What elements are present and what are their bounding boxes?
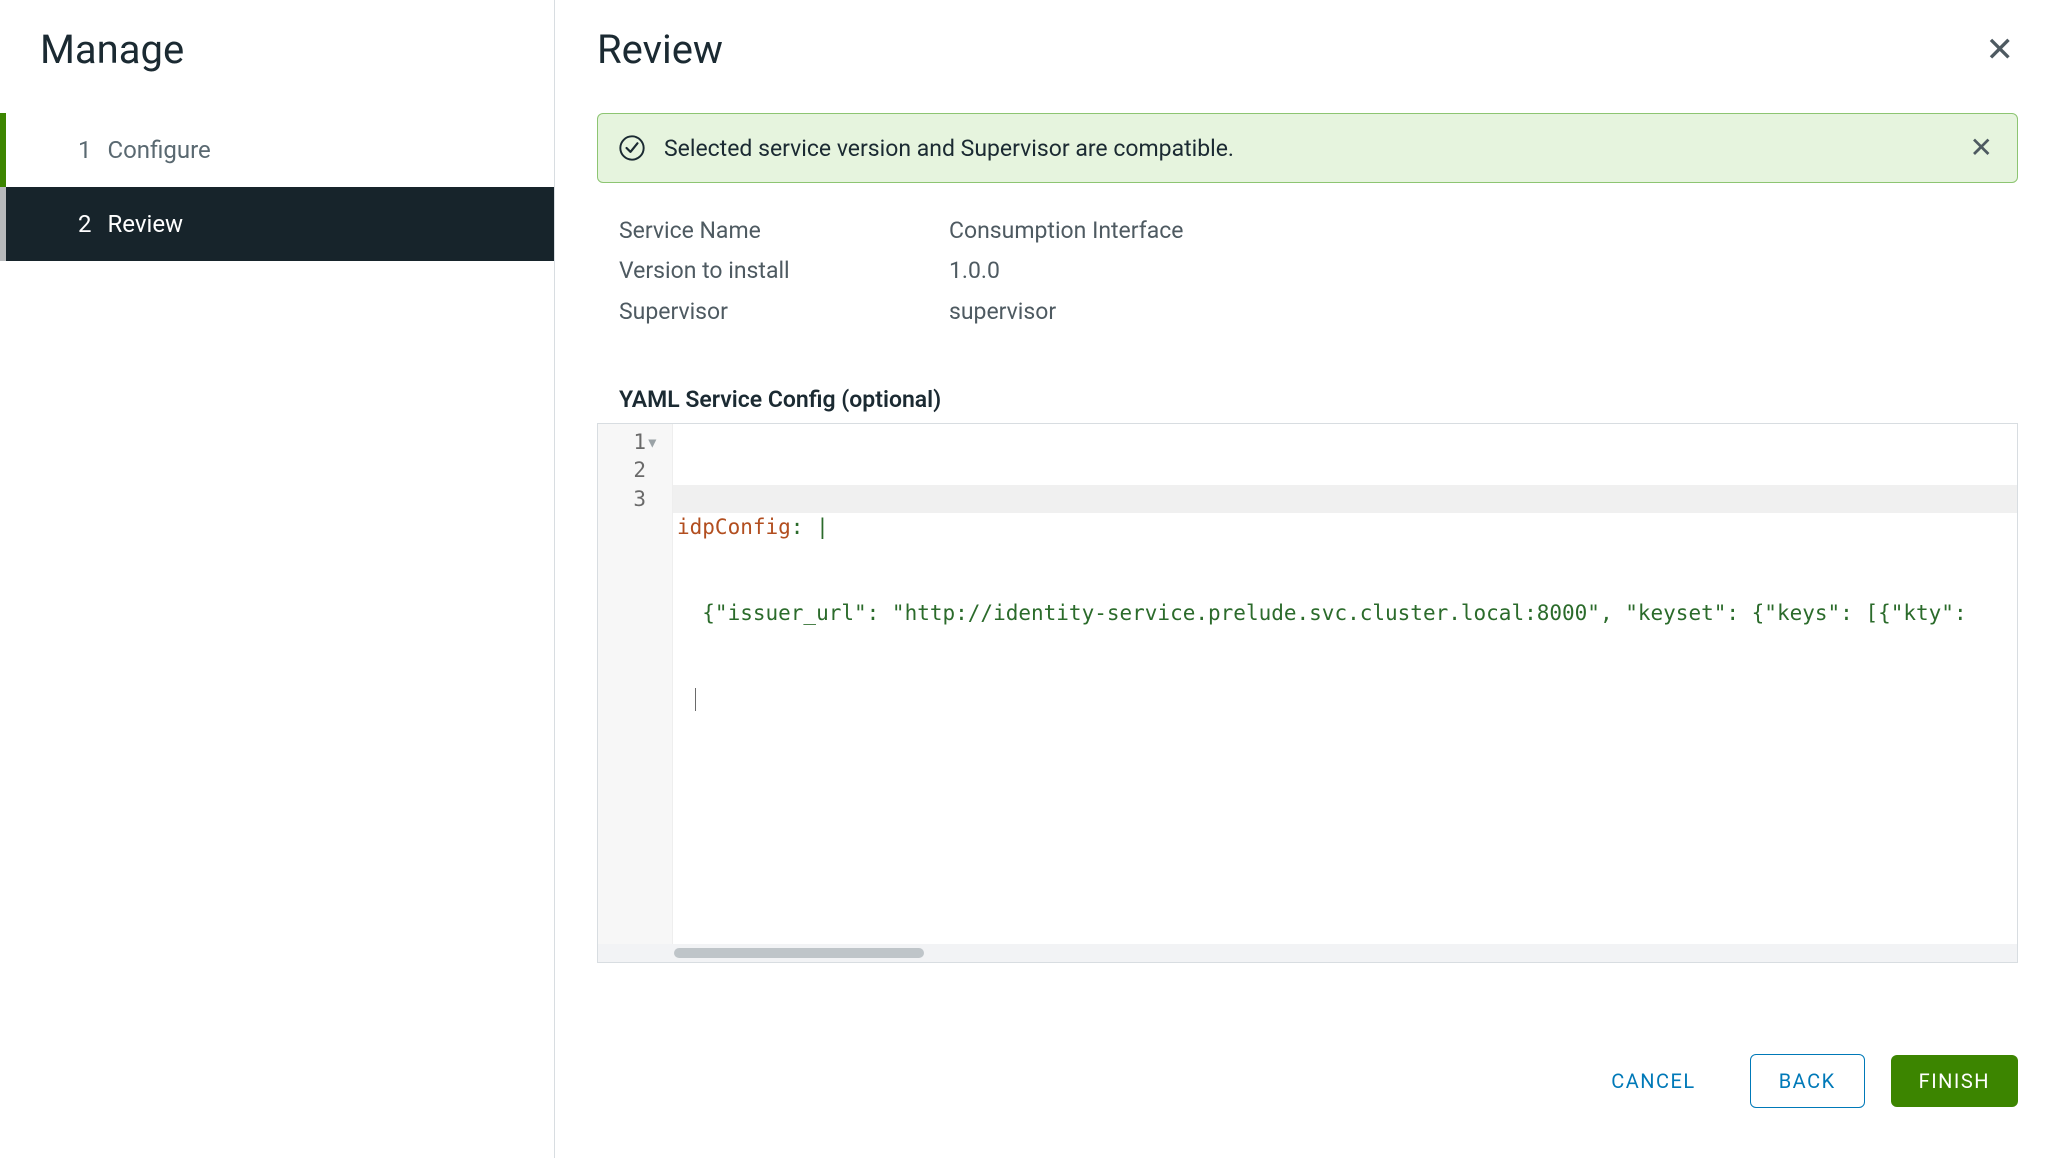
success-alert: Selected service version and Supervisor … (597, 113, 2018, 183)
line-number: 3 (633, 487, 646, 511)
alert-close-icon[interactable]: ✕ (1966, 130, 1997, 166)
field-supervisor: Supervisor supervisor (597, 292, 2018, 332)
line-number: 2 (633, 458, 646, 482)
step-label: Configure (108, 136, 211, 164)
field-label: Service Name (619, 211, 949, 251)
wizard-layout: Manage 1 Configure 2 Review Review ✕ Sel… (0, 0, 2068, 1158)
yaml-editor[interactable]: 1 ▾ 2 3 idpConfig: | {"issuer_url": "htt… (597, 423, 2018, 963)
code-line: idpConfig: | (677, 513, 2017, 542)
wizard-steps: 1 Configure 2 Review (0, 113, 554, 261)
step-label: Review (108, 210, 184, 238)
yaml-config-label: YAML Service Config (optional) (597, 386, 2018, 413)
field-value: 1.0.0 (949, 251, 1000, 291)
step-review[interactable]: 2 Review (0, 187, 554, 261)
code-line (677, 685, 2017, 714)
yaml-config-section: YAML Service Config (optional) 1 ▾ 2 3 i… (597, 386, 2018, 963)
yaml-pipe: | (816, 515, 829, 539)
yaml-sep: : (791, 515, 816, 539)
step-number: 1 (78, 136, 92, 164)
main-header: Review ✕ (597, 26, 2018, 73)
step-configure[interactable]: 1 Configure (0, 113, 554, 187)
close-icon[interactable]: ✕ (1982, 29, 2019, 71)
yaml-key: idpConfig (677, 515, 791, 539)
finish-button[interactable]: FINISH (1891, 1055, 2018, 1107)
fold-icon[interactable]: ▾ (646, 428, 658, 457)
check-circle-icon (618, 134, 646, 162)
back-button[interactable]: BACK (1750, 1054, 1865, 1108)
yaml-string: {"issuer_url": "http://identity-service.… (677, 601, 1967, 625)
field-version: Version to install 1.0.0 (597, 251, 2018, 291)
alert-text: Selected service version and Supervisor … (664, 135, 1948, 162)
line-number: 1 (633, 430, 646, 454)
scrollbar-thumb[interactable] (674, 948, 924, 958)
editor-cursor (695, 688, 696, 711)
wizard-footer: CANCEL BACK FINISH (597, 1014, 2018, 1158)
field-value: supervisor (949, 292, 1056, 332)
editor-code[interactable]: idpConfig: | {"issuer_url": "http://iden… (673, 424, 2017, 944)
editor-body: 1 ▾ 2 3 idpConfig: | {"issuer_url": "htt… (598, 424, 2017, 944)
code-line: {"issuer_url": "http://identity-service.… (677, 599, 2017, 628)
sidebar-title: Manage (0, 26, 554, 113)
cancel-button[interactable]: CANCEL (1583, 1055, 1724, 1107)
wizard-sidebar: Manage 1 Configure 2 Review (0, 0, 555, 1158)
step-number: 2 (78, 210, 92, 238)
page-title: Review (597, 26, 723, 73)
field-label: Supervisor (619, 292, 949, 332)
horizontal-scrollbar[interactable] (598, 944, 2017, 962)
active-line-highlight (673, 485, 2017, 513)
field-service-name: Service Name Consumption Interface (597, 211, 2018, 251)
editor-gutter: 1 ▾ 2 3 (598, 424, 673, 944)
wizard-main: Review ✕ Selected service version and Su… (555, 0, 2068, 1158)
field-label: Version to install (619, 251, 949, 291)
field-value: Consumption Interface (949, 211, 1183, 251)
